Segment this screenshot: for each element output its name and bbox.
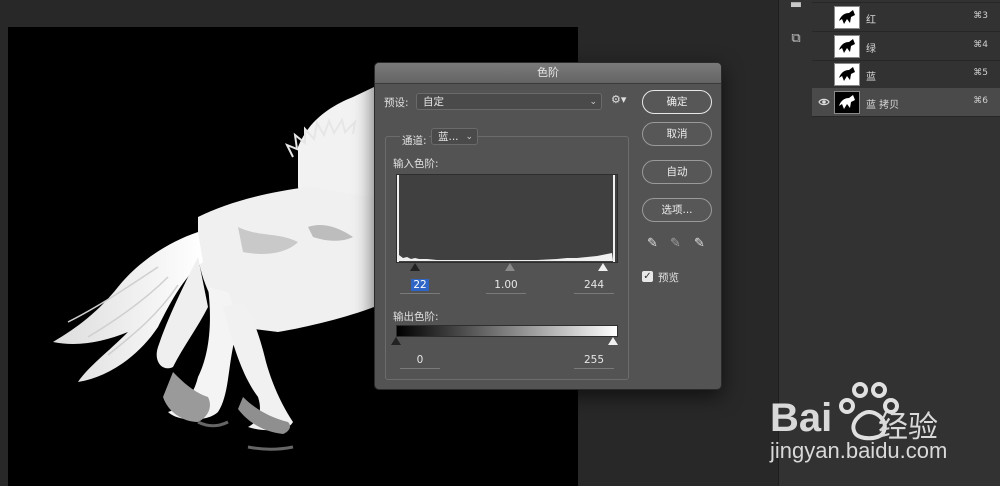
options-button[interactable]: 选项... bbox=[642, 198, 712, 222]
cancel-button[interactable]: 取消 bbox=[642, 122, 712, 146]
white-eyedropper-icon[interactable]: ✎ bbox=[694, 236, 705, 251]
histogram-graph bbox=[397, 175, 615, 262]
channel-label: 通道: bbox=[400, 133, 429, 148]
output-black-field[interactable]: 0 bbox=[400, 354, 440, 369]
output-levels-label: 输出色阶: bbox=[393, 311, 439, 323]
channel-value: 蓝... bbox=[438, 131, 459, 143]
preset-label: 预设: bbox=[384, 97, 409, 109]
channel-row-green[interactable]: 绿 ⌘4 bbox=[812, 32, 1000, 60]
output-gradient bbox=[396, 325, 618, 337]
channel-shortcut: ⌘6 bbox=[973, 96, 988, 106]
ok-button[interactable]: 确定 bbox=[642, 90, 712, 114]
visibility-toggle[interactable] bbox=[818, 40, 830, 52]
channel-select[interactable]: 蓝... ⌄ bbox=[431, 128, 478, 145]
channel-shortcut: ⌘4 bbox=[973, 40, 988, 50]
paths-panel-icon[interactable]: ⧉ bbox=[787, 30, 805, 48]
watermark-brand: Bai bbox=[770, 396, 833, 440]
preset-select[interactable]: 自定 ⌄ bbox=[416, 93, 602, 110]
channel-thumbnail bbox=[834, 35, 860, 58]
channel-thumbnail bbox=[834, 6, 860, 29]
input-black-slider[interactable] bbox=[410, 263, 420, 271]
black-eyedropper-icon[interactable]: ✎ bbox=[647, 236, 658, 251]
channel-name: 红 bbox=[866, 15, 876, 26]
channel-row-blue-copy[interactable]: 蓝 拷贝 ⌘6 bbox=[812, 88, 1000, 116]
channel-row-blue[interactable]: 蓝 ⌘5 bbox=[812, 60, 1000, 88]
input-levels-label: 输入色阶: bbox=[393, 158, 439, 170]
output-black-slider[interactable] bbox=[391, 337, 401, 345]
gear-icon[interactable]: ⚙▾ bbox=[611, 93, 626, 106]
input-white-slider[interactable] bbox=[598, 263, 608, 271]
channel-name: 绿 bbox=[866, 44, 876, 55]
channel-shortcut: ⌘3 bbox=[973, 11, 988, 21]
auto-button[interactable]: 自动 bbox=[642, 160, 712, 184]
channel-name: 蓝 bbox=[866, 72, 876, 83]
visibility-toggle[interactable] bbox=[818, 11, 830, 23]
histogram bbox=[396, 174, 618, 263]
output-white-slider[interactable] bbox=[608, 337, 618, 345]
visibility-toggle[interactable] bbox=[818, 68, 830, 80]
watermark-url: jingyan.baidu.com bbox=[770, 438, 948, 463]
baidu-jingyan-watermark: Bai 经验 jingyan.baidu.com bbox=[770, 378, 1000, 486]
eye-icon[interactable] bbox=[818, 96, 830, 108]
input-white-field[interactable]: 244 bbox=[574, 279, 614, 294]
preset-value: 自定 bbox=[423, 96, 444, 108]
dialog-title: 色阶 bbox=[375, 63, 721, 84]
channel-shortcut: ⌘5 bbox=[973, 68, 988, 78]
channel-name: 蓝 拷贝 bbox=[866, 100, 900, 111]
gray-eyedropper-icon[interactable]: ✎ bbox=[670, 236, 681, 251]
chevron-down-icon: ⌄ bbox=[465, 132, 473, 142]
output-white-field[interactable]: 255 bbox=[574, 354, 614, 369]
input-black-field[interactable]: 22 bbox=[400, 279, 440, 294]
levels-dialog: 色阶 预设: 自定 ⌄ ⚙▾ 通道: 蓝... ⌄ 输入色阶: 22 1.00 … bbox=[374, 62, 722, 390]
channel-thumbnail bbox=[834, 63, 860, 86]
preview-checkbox[interactable]: ✓ bbox=[642, 271, 653, 282]
chevron-down-icon: ⌄ bbox=[589, 97, 597, 107]
channels-panel-icon[interactable]: ▬ bbox=[787, 0, 805, 14]
preview-label: 预览 bbox=[658, 272, 679, 284]
channel-row-red[interactable]: 红 ⌘3 bbox=[812, 3, 1000, 31]
input-gamma-field[interactable]: 1.00 bbox=[486, 279, 526, 294]
channel-thumbnail bbox=[834, 91, 860, 114]
input-gamma-slider[interactable] bbox=[505, 263, 515, 271]
